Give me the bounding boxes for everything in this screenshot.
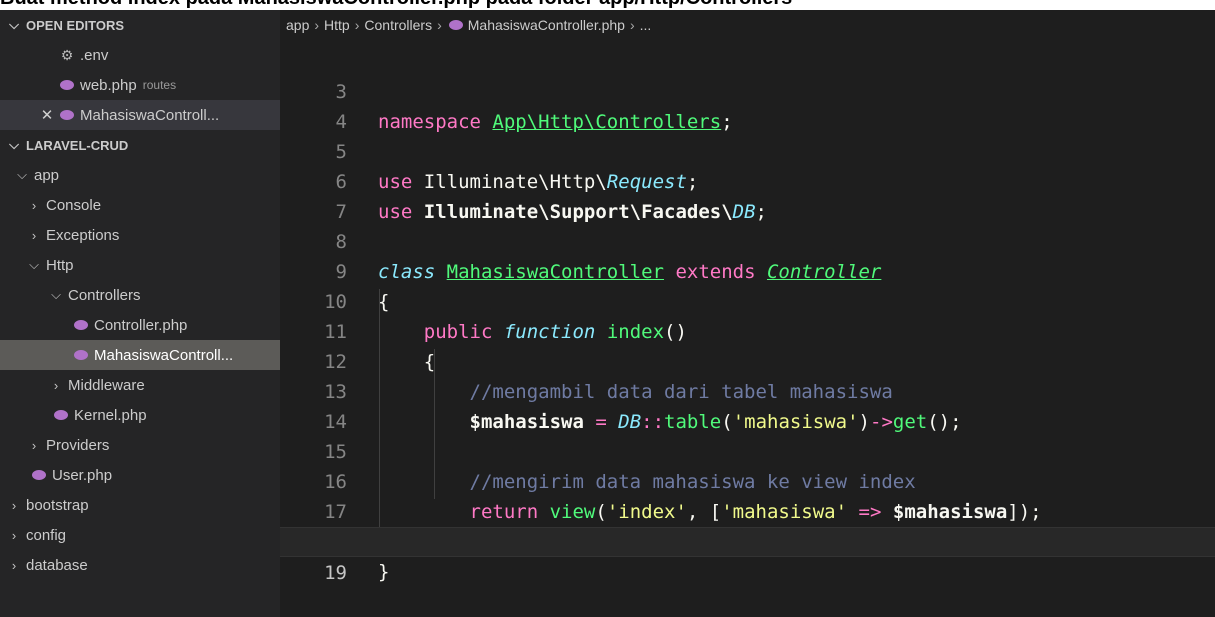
chevron-right-icon: › <box>11 557 17 573</box>
breadcrumb-item[interactable]: ... <box>640 17 652 33</box>
chevron-down-icon: ⌵ <box>29 257 39 272</box>
code-line-5[interactable]: 5 use Illuminate\Http\Request; <box>280 107 1215 193</box>
code-line-7[interactable]: 7 <box>280 167 1215 223</box>
top-banner-text: Buat method index pada MahasiswaControll… <box>0 0 792 10</box>
code-text: } <box>378 561 390 583</box>
code-line-3[interactable]: 3 namespace App\Http\Controllers; <box>280 47 1215 133</box>
code-line-8[interactable]: 8 class MahasiswaController extends Cont… <box>280 197 1215 283</box>
tree-item-bootstrap[interactable]: › bootstrap <box>0 490 280 520</box>
php-file-icon <box>32 470 46 480</box>
code-line-14[interactable]: 14 <box>280 377 1215 433</box>
code-line-16[interactable]: 16 return view('index', ['mahasiswa' => … <box>280 437 1215 523</box>
chevron-down-icon: ⌵ <box>17 167 27 182</box>
top-banner: Buat method index pada MahasiswaControll… <box>0 0 1215 10</box>
chevron-right-icon: › <box>314 17 320 33</box>
tree-item-user-php[interactable]: User.php <box>0 460 280 490</box>
tree-item-console[interactable]: › Console <box>0 190 280 220</box>
code-line-12[interactable]: 12 //mengambil data dari tabel mahasiswa <box>280 317 1215 403</box>
chevron-down-icon: ⌵ <box>9 17 19 32</box>
chevron-right-icon: › <box>11 527 17 543</box>
chevron-right-icon: › <box>354 17 360 33</box>
open-editor-mahasiswa-controller[interactable]: ✕ MahasiswaControll... <box>0 100 280 130</box>
line-number: 19 <box>324 562 347 584</box>
chevron-down-icon: ⌵ <box>51 287 61 302</box>
tree-item-middleware[interactable]: › Middleware <box>0 370 280 400</box>
tree-item-kernel-php[interactable]: Kernel.php <box>0 400 280 430</box>
chevron-right-icon: › <box>31 197 37 213</box>
breadcrumb-item[interactable]: MahasiswaController.php <box>468 17 625 33</box>
code-line-9[interactable]: 9 { <box>280 227 1215 313</box>
php-file-icon <box>448 20 463 30</box>
open-editor-env[interactable]: ⚙ . env <box>0 40 280 70</box>
tree-item-http[interactable]: ⌵ Http <box>0 250 280 280</box>
project-header[interactable]: ⌵ LARAVEL-CRUD <box>0 130 280 160</box>
chevron-right-icon: › <box>437 17 442 33</box>
php-file-icon <box>60 80 74 90</box>
close-icon[interactable]: ✕ <box>40 106 54 124</box>
code-line-6[interactable]: 6 use Illuminate\Support\Facades\DB; <box>280 137 1215 223</box>
open-editor-hint: routes <box>142 78 177 92</box>
code-line-10[interactable]: 10 public function index() <box>280 257 1215 343</box>
php-file-icon <box>60 110 74 120</box>
tree-item-exceptions[interactable]: › Exceptions <box>0 220 280 250</box>
code-line-19-current[interactable]: 19 <box>280 527 1215 584</box>
code-line-13[interactable]: 13 $mahasiswa = DB::table('mahasiswa')->… <box>280 347 1215 433</box>
tree-item-providers[interactable]: › Providers <box>0 430 280 460</box>
php-file-icon <box>74 350 88 360</box>
code-line-11[interactable]: 11 { <box>280 287 1215 373</box>
code-line-15[interactable]: 15 //mengirim data mahasiswa ke view ind… <box>280 407 1215 493</box>
open-editor-web-php[interactable]: web.php routes <box>0 70 280 100</box>
tree-item-database[interactable]: › database <box>0 550 280 580</box>
breadcrumb-item[interactable]: Http <box>324 17 350 33</box>
tree-item-controller-php[interactable]: Controller.php <box>0 310 280 340</box>
chevron-right-icon: › <box>11 497 17 513</box>
explorer-sidebar: ⌵ OPEN EDITORS ⚙ . env web.php routes ✕ M… <box>0 10 280 617</box>
breadcrumb-item[interactable]: Controllers <box>364 17 432 33</box>
chevron-right-icon: › <box>629 17 635 33</box>
breadcrumb: app › Http › Controllers › MahasiswaCont… <box>280 10 1215 40</box>
tree-item-mahasiswa-controller[interactable]: MahasiswaControll... <box>0 340 280 370</box>
code-line-18[interactable]: 18 } <box>280 497 1215 583</box>
code-line-4[interactable]: 4 <box>280 77 1215 133</box>
php-file-icon <box>54 410 68 420</box>
open-editors-header[interactable]: ⌵ OPEN EDITORS <box>0 10 280 40</box>
chevron-right-icon: › <box>31 437 37 453</box>
chevron-down-icon: ⌵ <box>9 137 19 152</box>
tree-item-controllers[interactable]: ⌵ Controllers <box>0 280 280 310</box>
php-file-icon <box>74 320 88 330</box>
gear-icon: ⚙ <box>60 46 74 63</box>
tree-item-app[interactable]: ⌵ app <box>0 160 280 190</box>
breadcrumb-item[interactable]: app <box>286 17 309 33</box>
code-editor[interactable]: app › Http › Controllers › MahasiswaCont… <box>280 10 1215 617</box>
chevron-right-icon: › <box>53 377 59 393</box>
tree-item-config[interactable]: › config <box>0 520 280 550</box>
code-line-17[interactable]: 17 } <box>280 467 1215 553</box>
chevron-right-icon: › <box>31 227 37 243</box>
